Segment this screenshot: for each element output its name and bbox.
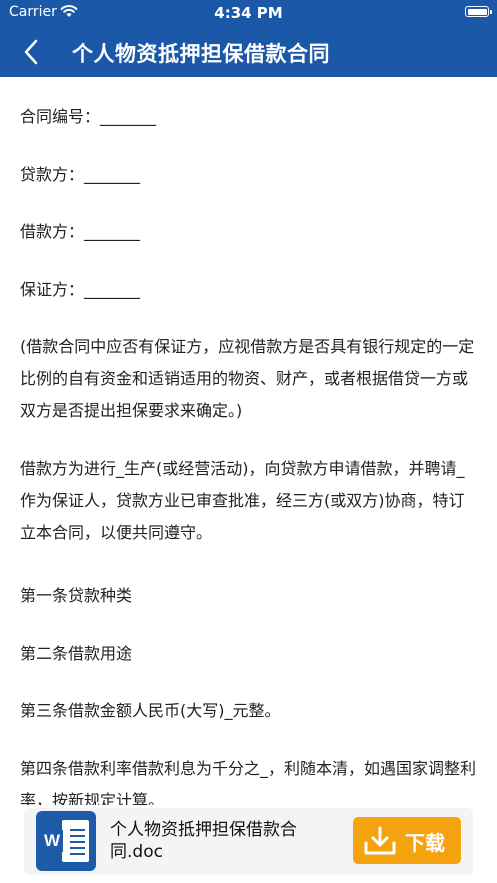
document-body[interactable]: 合同编号：_______ 贷款方：_______ 借款方：_______ 保证方… (0, 77, 497, 805)
back-arrow-icon[interactable] (18, 38, 46, 66)
borrower-line: 借款方：_______ (20, 222, 141, 241)
article-2-heading: 第二条借款用途 (20, 644, 133, 663)
guarantor-line: 保证方：_______ (20, 280, 141, 299)
article-1-heading: 第一条贷款种类 (20, 586, 133, 605)
page-title: 个人物资抵押担保借款合同 (72, 42, 330, 66)
download-icon (364, 826, 396, 855)
clock: 4:34 PM (214, 4, 283, 22)
navigation-bar: 个人物资抵押担保借款合同 (0, 26, 497, 77)
battery-icon (465, 6, 492, 17)
download-label: 下载 (405, 831, 445, 855)
article-4-paragraph: 第四条借款利率借款利息为千分之_，利随本清，如遇国家调整利率，按新规定计算。 (20, 759, 477, 805)
preamble-paragraph: 借款方为进行_生产(或经营活动)，向贷款方申请借款，并聘请_作为保证人，贷款方业… (20, 459, 465, 542)
lender-line: 贷款方：_______ (20, 165, 141, 184)
word-document-icon: W (36, 811, 96, 871)
word-letter: W (41, 830, 63, 852)
article-3-line: 第三条借款金额人民币(大写)_元整。 (20, 701, 281, 720)
download-button[interactable]: 下载 (353, 817, 461, 864)
download-bar: W 个人物资抵押担保借款合同.doc 下载 (24, 808, 473, 875)
top-bar: Carrier 4:34 PM 个人物资抵押担保借款合同 (0, 0, 497, 77)
guarantor-note-paragraph: (借款合同中应否有保证方，应视借款方是否具有银行规定的一定比例的自有资金和适销适… (20, 337, 475, 420)
status-bar: Carrier 4:34 PM (0, 0, 497, 26)
contract-number-line: 合同编号：_______ (20, 107, 157, 126)
file-name: 个人物资抵押担保借款合同.doc (110, 820, 297, 862)
